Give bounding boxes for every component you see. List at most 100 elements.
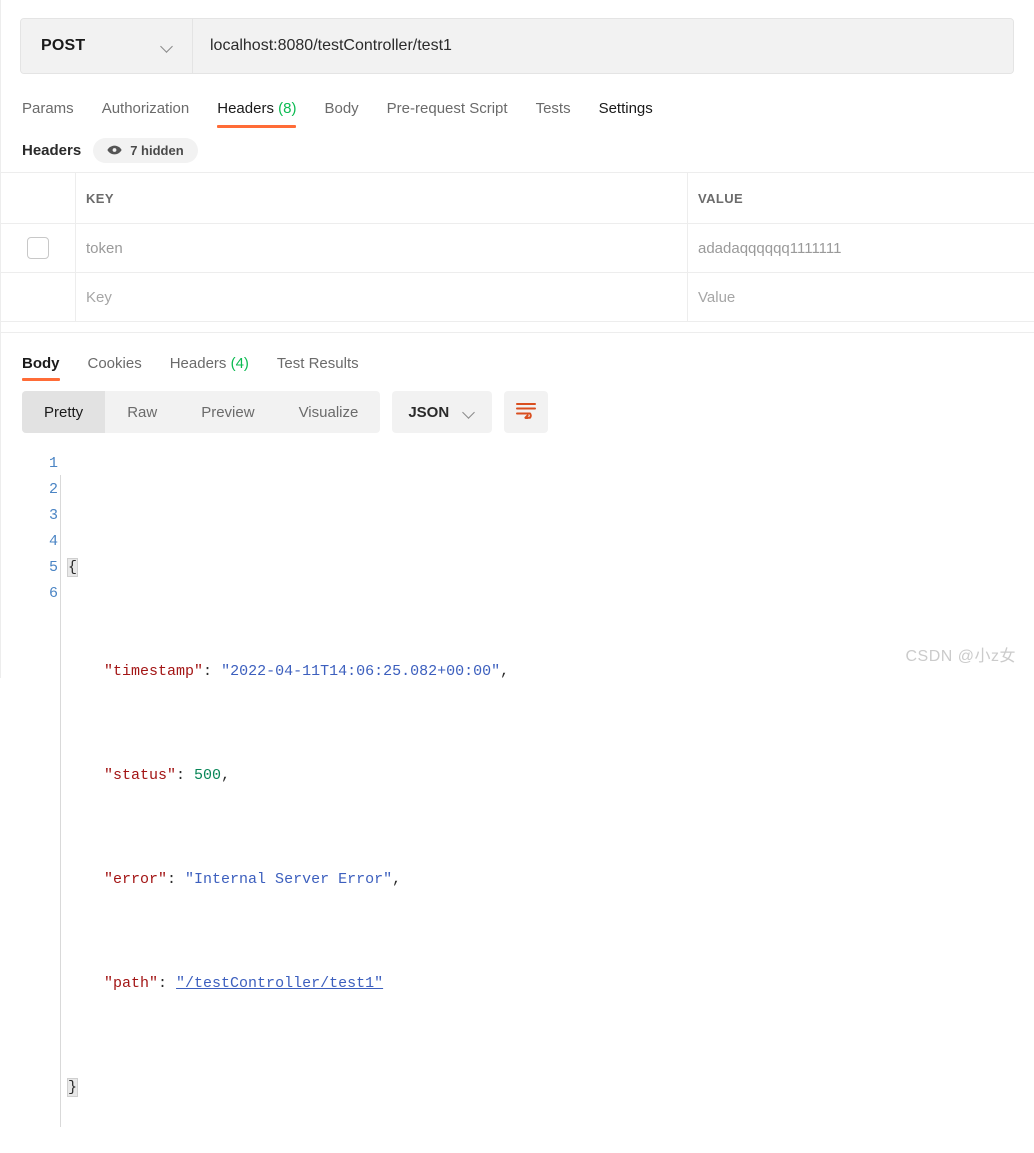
json-comma: , [221, 767, 231, 784]
response-tabs: Body Cookies Headers (4) Test Results [0, 341, 1034, 381]
json-key-timestamp: "timestamp" [104, 663, 204, 680]
row-checkbox-cell [0, 224, 76, 272]
json-colon: : [176, 767, 195, 784]
left-edge-divider [0, 0, 1, 678]
row-key-text: token [86, 239, 123, 257]
url-text: localhost:8080/testController/test1 [210, 37, 452, 54]
response-tab-body[interactable]: Body [22, 355, 74, 381]
view-mode-raw[interactable]: Raw [105, 391, 179, 433]
chevron-down-icon [161, 42, 174, 50]
tab-body[interactable]: Body [310, 100, 372, 128]
view-mode-visualize[interactable]: Visualize [277, 391, 381, 433]
row-key-input[interactable]: token [76, 224, 688, 272]
empty-row-key-placeholder: Key [86, 288, 112, 306]
table-header-row: KEY VALUE [0, 173, 1034, 224]
hidden-headers-label: 7 hidden [130, 142, 184, 158]
code-line-3: "status": 500, [68, 763, 1034, 789]
json-value-status: 500 [194, 767, 222, 784]
response-format-select[interactable]: JSON [392, 391, 493, 433]
tab-params[interactable]: Params [22, 100, 88, 128]
row-checkbox[interactable] [26, 237, 49, 259]
response-tab-cookies[interactable]: Cookies [74, 355, 156, 381]
json-comma: , [500, 663, 510, 680]
code-line-5: "path": "/testController/test1" [68, 971, 1034, 997]
tab-params-label: Params [22, 100, 74, 117]
request-url-row: POST localhost:8080/testController/test1 [0, 0, 1034, 74]
code-fold-guide [60, 475, 61, 1127]
tab-pre-request-script[interactable]: Pre-request Script [373, 100, 522, 128]
json-key-status: "status" [104, 767, 177, 784]
json-comma: , [392, 871, 402, 888]
json-open-brace: { [66, 558, 79, 577]
line-number: 4 [48, 533, 58, 550]
table-row-empty: Key Value [0, 273, 1034, 321]
column-header-value: VALUE [698, 190, 744, 206]
tab-settings-label: Settings [598, 100, 653, 117]
line-number-gutter: 1 2 3 4 5 6 [22, 451, 68, 1153]
response-tab-cookies-label: Cookies [87, 355, 142, 372]
json-value-error: "Internal Server Error" [185, 871, 393, 888]
url-input[interactable]: localhost:8080/testController/test1 [193, 19, 1013, 73]
view-mode-segmented-control: Pretty Raw Preview Visualize [22, 391, 381, 433]
line-number: 3 [48, 507, 58, 524]
json-colon: : [158, 975, 177, 992]
tab-body-label: Body [324, 100, 359, 117]
json-key-error: "error" [104, 871, 168, 888]
tab-headers[interactable]: Headers (8) [203, 100, 310, 128]
tab-authorization-label: Authorization [101, 100, 190, 117]
tab-settings[interactable]: Settings [585, 100, 667, 128]
view-mode-pretty-label: Pretty [44, 403, 84, 421]
wrap-text-button[interactable] [504, 391, 549, 433]
code-line-2: "timestamp": "2022-04-11T14:06:25.082+00… [68, 659, 1034, 685]
response-format-label: JSON [408, 403, 450, 421]
url-input-group: POST localhost:8080/testController/test1 [20, 18, 1014, 74]
column-header-key: KEY [76, 173, 688, 223]
code-line-6: } [66, 1075, 1034, 1101]
row-value-input[interactable]: adadaqqqqqq1111111 [688, 224, 1034, 272]
row-value-text: adadaqqqqqq1111111 [698, 239, 842, 257]
response-view-toolbar: Pretty Raw Preview Visualize JSON [0, 391, 1034, 433]
response-tab-body-label: Body [22, 355, 60, 372]
line-number: 1 [48, 455, 58, 472]
hidden-headers-badge[interactable]: 7 hidden [93, 137, 198, 163]
header-checkbox-cell [0, 173, 76, 223]
empty-row-key-input[interactable]: Key [76, 273, 688, 321]
view-mode-preview-label: Preview [201, 403, 255, 421]
tab-headers-label: Headers [217, 100, 274, 117]
json-key-path: "path" [104, 975, 159, 992]
response-tab-test-results[interactable]: Test Results [263, 355, 373, 381]
tab-authorization[interactable]: Authorization [88, 100, 204, 128]
view-mode-preview[interactable]: Preview [179, 391, 276, 433]
json-value-path[interactable]: "/testController/test1" [176, 975, 383, 992]
http-method-select[interactable]: POST [21, 19, 193, 73]
response-divider [0, 322, 1034, 333]
headers-sub-bar: Headers 7 hidden [0, 128, 1034, 172]
line-number: 5 [48, 559, 58, 576]
response-body-viewer[interactable]: 1 2 3 4 5 6 { "timestamp": "2022-04-11T1… [0, 451, 1034, 1153]
tab-tests[interactable]: Tests [522, 100, 585, 128]
empty-row-value-placeholder: Value [698, 288, 736, 306]
request-tabs: Params Authorization Headers (8) Body Pr… [0, 92, 1034, 128]
headers-section-title: Headers [22, 141, 82, 159]
json-code-area: { "timestamp": "2022-04-11T14:06:25.082+… [60, 451, 1034, 1153]
response-tab-headers-count: (4) [230, 355, 249, 372]
line-number: 6 [48, 585, 58, 602]
empty-row-value-input[interactable]: Value [688, 273, 1034, 321]
json-close-brace: } [66, 1078, 79, 1097]
tab-headers-count: (8) [278, 100, 297, 117]
table-row: token adadaqqqqqq1111111 [0, 224, 1034, 273]
json-value-timestamp: "2022-04-11T14:06:25.082+00:00" [221, 663, 501, 680]
view-mode-visualize-label: Visualize [298, 403, 359, 421]
http-method-label: POST [41, 37, 86, 54]
json-colon: : [167, 871, 186, 888]
wrap-text-icon [515, 401, 537, 424]
code-line-4: "error": "Internal Server Error", [68, 867, 1034, 893]
eye-icon [107, 145, 122, 155]
response-tab-headers[interactable]: Headers (4) [156, 355, 263, 381]
empty-row-checkbox-cell [0, 273, 76, 321]
view-mode-pretty[interactable]: Pretty [22, 391, 106, 433]
chevron-down-icon [463, 408, 476, 416]
line-number: 2 [48, 481, 58, 498]
headers-table: KEY VALUE token adadaqqqqqq1111111 Key V… [0, 172, 1034, 322]
view-mode-raw-label: Raw [127, 403, 158, 421]
